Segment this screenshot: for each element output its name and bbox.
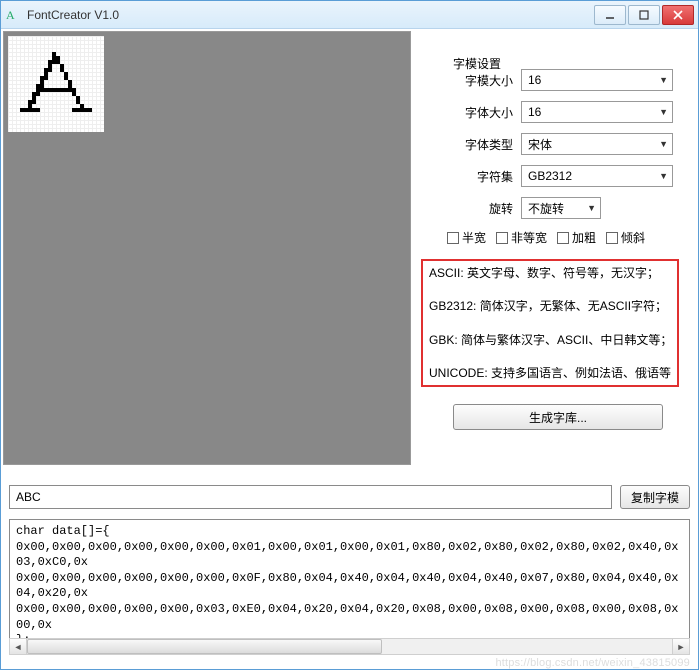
generate-font-label: 生成字库...	[529, 409, 587, 426]
check-italic[interactable]: 倾斜	[606, 229, 645, 246]
label-rotation: 旋转	[443, 200, 521, 217]
checkbox-icon	[447, 232, 459, 244]
watermark-text: https://blog.csdn.net/weixin_43815099	[495, 657, 690, 669]
glyph-preview-area	[3, 31, 411, 465]
check-non-mono[interactable]: 非等宽	[496, 229, 547, 246]
svg-text:A: A	[6, 8, 15, 22]
combo-charset-value: GB2312	[528, 169, 572, 183]
caret-down-icon: ▼	[587, 203, 596, 213]
window-title: FontCreator V1.0	[27, 8, 594, 22]
checkbox-icon	[496, 232, 508, 244]
caret-down-icon: ▼	[659, 75, 668, 85]
combo-pattern-size[interactable]: 16 ▼	[521, 69, 673, 91]
settings-legend: 字模设置	[449, 55, 505, 72]
titlebar[interactable]: A FontCreator V1.0	[1, 1, 698, 29]
combo-pattern-size-value: 16	[528, 73, 541, 87]
label-charset: 字符集	[443, 168, 521, 185]
combo-font-size-value: 16	[528, 105, 541, 119]
label-pattern-size: 字模大小	[443, 72, 521, 89]
info-unicode: UNICODE: 支持多国语言、例如法语、俄语等。	[429, 367, 671, 379]
generate-font-button[interactable]: 生成字库...	[453, 404, 663, 430]
glyph-A-icon	[8, 36, 104, 132]
label-font-face: 字体类型	[443, 136, 521, 153]
scroll-track[interactable]	[27, 639, 672, 654]
close-button[interactable]	[662, 5, 694, 25]
output-data-textarea[interactable]: char data[]={ 0x00,0x00,0x00,0x00,0x00,0…	[9, 519, 690, 639]
caret-down-icon: ▼	[659, 139, 668, 149]
checkbox-icon	[557, 232, 569, 244]
checkbox-icon	[606, 232, 618, 244]
font-settings-group: 字模设置 字模大小 16 ▼ 字体大小 16 ▼ 字体类型 宋体 ▼	[443, 65, 673, 247]
combo-font-face-value: 宋体	[528, 136, 552, 153]
info-gb2312: GB2312: 简体汉字，无繁体、无ASCII字符；	[429, 300, 671, 312]
check-italic-label: 倾斜	[621, 229, 645, 246]
scroll-thumb[interactable]	[27, 639, 382, 654]
combo-rotation-value: 不旋转	[528, 200, 564, 217]
info-gbk: GBK: 简体与繁体汉字、ASCII、中日韩文等；	[429, 334, 671, 346]
combo-rotation[interactable]: 不旋转 ▼	[521, 197, 601, 219]
check-non-mono-label: 非等宽	[511, 229, 547, 246]
scroll-right-icon[interactable]: ►	[672, 639, 689, 654]
caret-down-icon: ▼	[659, 171, 668, 181]
glyph-grid	[8, 36, 104, 132]
combo-font-size[interactable]: 16 ▼	[521, 101, 673, 123]
app-window: A FontCreator V1.0	[0, 0, 699, 670]
label-font-size: 字体大小	[443, 104, 521, 121]
charset-info-box: ASCII: 英文字母、数字、符号等，无汉字； GB2312: 简体汉字，无繁体…	[421, 259, 679, 387]
combo-font-face[interactable]: 宋体 ▼	[521, 133, 673, 155]
caret-down-icon: ▼	[659, 107, 668, 117]
minimize-button[interactable]	[594, 5, 626, 25]
app-icon: A	[5, 7, 21, 23]
check-bold-label: 加粗	[572, 229, 596, 246]
check-half-width-label: 半宽	[462, 229, 486, 246]
horizontal-scrollbar[interactable]: ◄ ►	[9, 638, 690, 655]
scroll-left-icon[interactable]: ◄	[10, 639, 27, 654]
sample-text-input[interactable]	[9, 485, 612, 509]
check-bold[interactable]: 加粗	[557, 229, 596, 246]
info-ascii: ASCII: 英文字母、数字、符号等，无汉字；	[429, 267, 671, 279]
check-half-width[interactable]: 半宽	[447, 229, 486, 246]
copy-pattern-label: 复制字模	[631, 489, 679, 506]
copy-pattern-button[interactable]: 复制字模	[620, 485, 690, 509]
maximize-button[interactable]	[628, 5, 660, 25]
combo-charset[interactable]: GB2312 ▼	[521, 165, 673, 187]
